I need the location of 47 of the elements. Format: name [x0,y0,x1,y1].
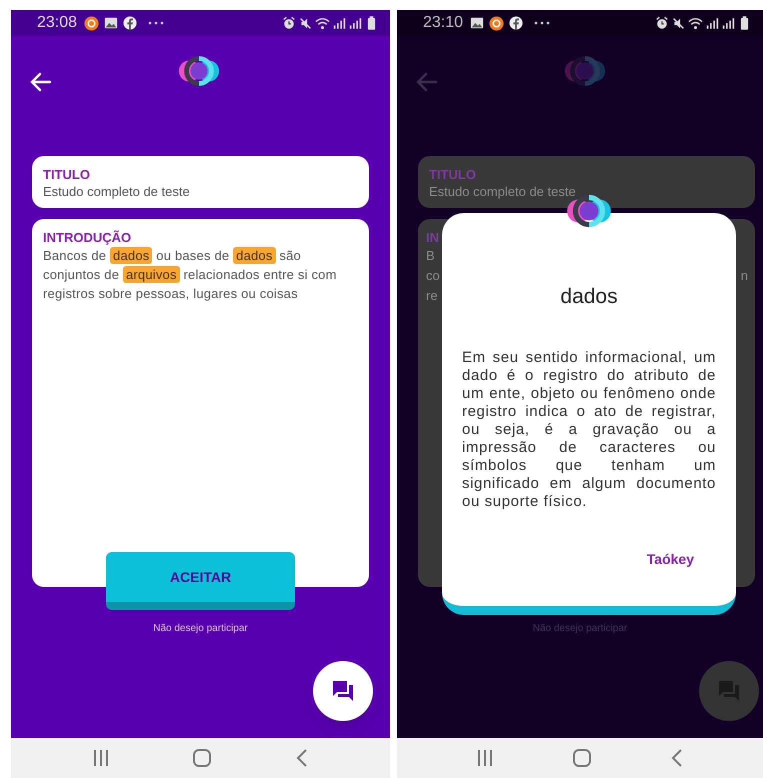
text-fragment: re [426,287,438,305]
ok-button[interactable]: Taókey [646,548,694,570]
battery-icon [740,16,749,30]
signal-icon [722,16,735,30]
facebook-icon [509,16,524,30]
recent-apps-icon[interactable] [477,749,493,767]
battery-icon [367,16,376,30]
home-icon[interactable] [193,749,212,767]
recorder-icon [489,16,504,30]
field-label: IN [426,230,439,246]
text-fragment: B [426,247,435,265]
field-value: Estudo completo de teste [429,183,577,200]
wifi-icon [688,16,703,30]
home-icon[interactable] [573,749,591,767]
signal-icon [706,16,719,30]
back-icon[interactable] [671,749,683,767]
more-dots-icon [148,20,164,26]
signal-icon [349,16,362,30]
wifi-icon [315,16,330,30]
mute-icon [672,16,685,30]
accept-button[interactable]: ACEITAR [106,552,295,610]
alarm-icon [655,16,669,30]
field-label: INTRODUÇÃO [43,230,132,246]
recorder-icon [84,16,100,30]
dialog-body: Em seu sentido informacional, um dado é o registro do atributo de um ente, objeto ou fenômeno onde registro indica o ato de registrar, ou seja, é a gravação ou a impressão de caracteres ou símbolos que tenham um significado em algum documento ou suporte físico. [462,348,716,510]
status-time: 23:08 [37,13,78,33]
recent-apps-icon[interactable] [93,749,110,767]
alarm-icon [282,16,296,30]
mute-icon [299,16,312,30]
field-label: TITULO [429,167,477,183]
intro-paragraph: Bancos de dados ou bases de dados são conjuntos de arquivos relacionados entre si com registros sobre pessoas, lugares ou coisas [43,246,338,303]
field-label: TITULO [43,167,91,183]
image-icon [470,16,484,30]
image-icon [104,16,118,30]
field-value: Estudo completo de teste [43,183,191,200]
more-dots-icon [534,20,550,26]
decline-link[interactable]: Não desejo participar [153,621,248,636]
dialog-title: dados [560,284,618,310]
text-fragment: n [740,267,748,285]
text-fragment: co [426,267,440,285]
facebook-icon [123,16,138,30]
status-time: 23:10 [423,13,464,33]
back-icon[interactable] [296,749,308,767]
back-arrow-icon[interactable] [29,70,53,94]
chat-bubbles-icon [717,679,741,703]
signal-icon [333,16,346,30]
chat-bubbles-icon [331,679,355,703]
